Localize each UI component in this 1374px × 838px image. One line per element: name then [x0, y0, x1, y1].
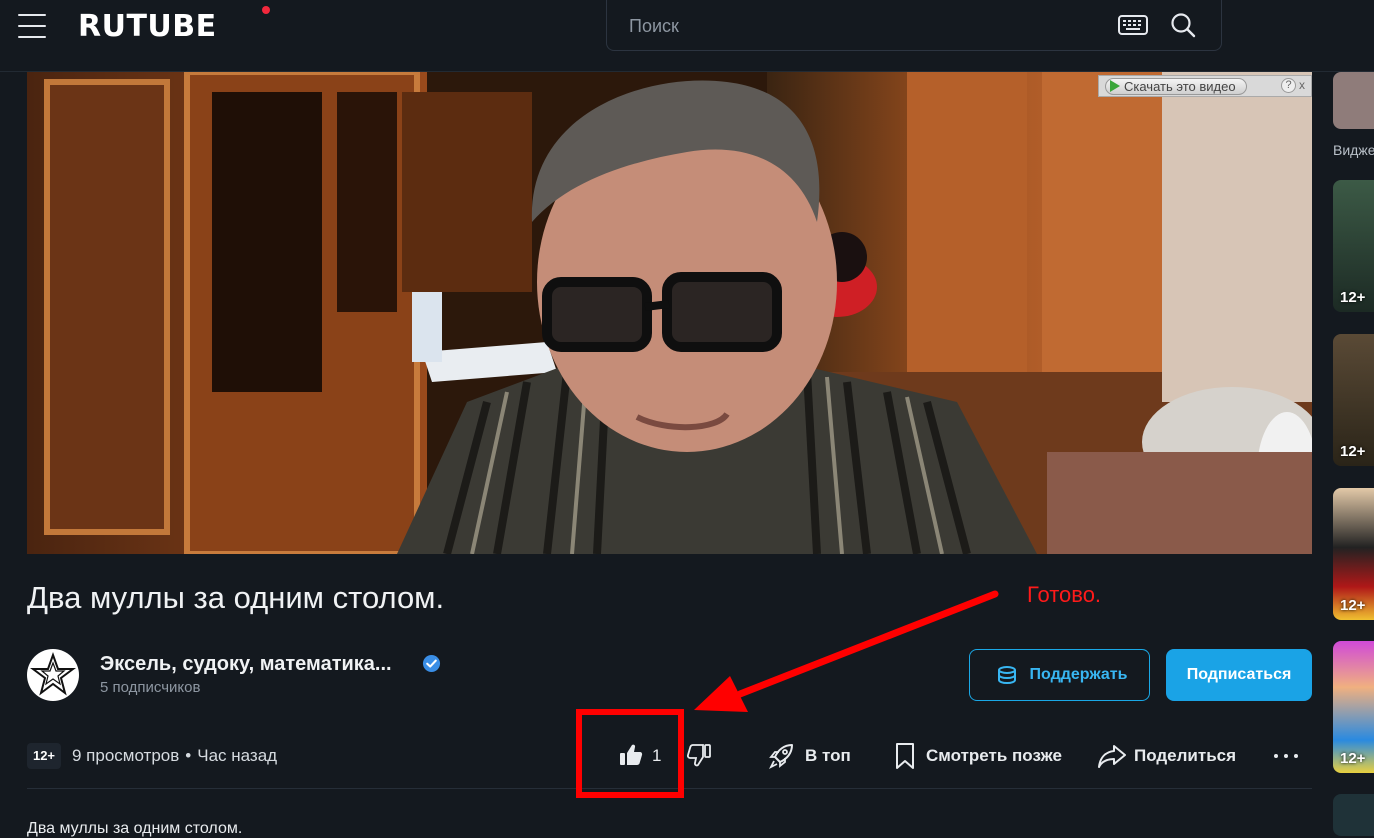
view-count: 9 просмотров [72, 746, 180, 765]
to-top-button[interactable]: В топ [768, 740, 858, 772]
channel-avatar[interactable] [27, 649, 79, 701]
video-player[interactable]: Скачать это видео ? x [27, 72, 1312, 554]
annotation-highlight-box [576, 709, 684, 798]
top-header: RUTUBE [0, 0, 1374, 72]
watch-later-button[interactable]: Смотреть позже [893, 740, 1063, 772]
thumbnail-age-badge: 12+ [1340, 443, 1366, 460]
sidebar-thumbnail[interactable] [1333, 72, 1374, 129]
thumbnail-age-badge: 12+ [1340, 750, 1366, 767]
keyboard-icon[interactable] [1117, 12, 1149, 38]
sidebar-thumbnail[interactable]: 12+ [1333, 180, 1374, 312]
search-icon[interactable] [1169, 11, 1197, 39]
coins-icon [998, 666, 1016, 685]
video-frame [27, 72, 1312, 554]
share-icon [1098, 745, 1126, 768]
sidebar-thumbnail[interactable]: 12+ [1333, 488, 1374, 620]
video-meta: 9 просмотров • Час назад [72, 746, 277, 766]
play-icon [1110, 80, 1120, 92]
sidebar-thumbnail[interactable]: 12+ [1333, 334, 1374, 466]
publish-time: Час назад [197, 746, 278, 765]
video-description: Два муллы за одним столом. [27, 820, 243, 837]
support-label: Поддержать [1029, 666, 1128, 683]
support-button[interactable]: Поддержать [969, 649, 1150, 701]
rocket-icon [768, 744, 793, 770]
help-icon[interactable]: ? [1281, 78, 1296, 93]
close-icon[interactable]: x [1299, 78, 1305, 92]
share-label: Поделиться [1134, 746, 1237, 765]
download-video-button[interactable]: Скачать это видео [1105, 78, 1247, 95]
download-bar: Скачать это видео ? x [1098, 75, 1312, 97]
age-rating-badge: 12+ [27, 743, 61, 769]
video-title: Два муллы за одним столом. [27, 580, 445, 615]
search-bar [606, 0, 1222, 51]
thumbnail-age-badge: 12+ [1340, 597, 1366, 614]
watch-later-label: Смотреть позже [926, 746, 1062, 765]
search-input[interactable] [629, 14, 1069, 38]
thumbs-down-icon [686, 744, 711, 767]
verified-icon [422, 654, 441, 673]
channel-name[interactable]: Эксель, судоку, математика... [100, 653, 392, 676]
rutube-logo[interactable]: RUTUBE [78, 9, 217, 44]
sidebar-label: Видже [1333, 142, 1374, 158]
download-label: Скачать это видео [1124, 79, 1236, 94]
dislike-button[interactable] [686, 740, 714, 772]
star-logo-icon [30, 652, 76, 696]
sidebar-thumbnail[interactable] [1333, 794, 1374, 836]
subscriber-count: 5 подписчиков [100, 679, 201, 696]
sidebar-thumbnail[interactable]: 12+ [1333, 641, 1374, 773]
annotation-label: Готово. [1027, 582, 1102, 607]
meta-separator: • [185, 746, 192, 765]
share-button[interactable]: Поделиться [1097, 740, 1237, 772]
subscribe-button[interactable]: Подписаться [1166, 649, 1312, 701]
more-options-icon[interactable] [1272, 744, 1300, 768]
to-top-label: В топ [805, 746, 851, 765]
thumbnail-age-badge: 12+ [1340, 289, 1366, 306]
logo-dot [262, 6, 270, 14]
menu-icon[interactable] [16, 12, 48, 40]
bookmark-icon [896, 743, 914, 769]
